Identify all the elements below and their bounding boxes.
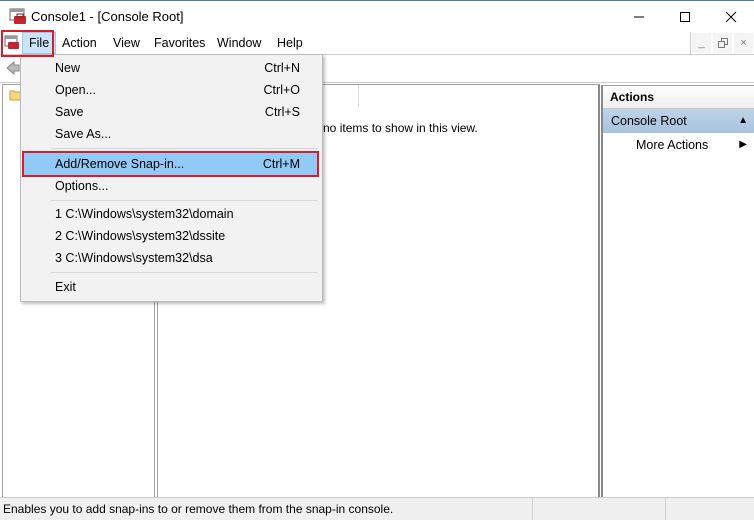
empty-view-message: e no items to show in this view.: [313, 121, 478, 135]
menu-item-label: Exit: [55, 280, 76, 294]
menu-help[interactable]: Help: [271, 32, 309, 54]
menu-item-recent-3[interactable]: 3 C:\Windows\system32\dsa: [23, 247, 319, 269]
title-bar: Console1 - [Console Root]: [0, 1, 754, 32]
menu-item-label: Options...: [55, 179, 109, 193]
menu-item-label: 1 C:\Windows\system32\domain: [55, 207, 234, 221]
status-text: Enables you to add snap-ins to or remove…: [3, 502, 394, 516]
back-arrow-icon[interactable]: [6, 61, 20, 75]
snap-in-highlight-box: [22, 151, 319, 177]
more-actions-label: More Actions: [636, 138, 709, 152]
menu-item-shortcut: Ctrl+O: [263, 83, 300, 97]
submenu-arrow-icon: ▶: [739, 139, 747, 150]
close-icon: [725, 11, 737, 22]
minimize-button[interactable]: [616, 1, 662, 32]
menu-item-options[interactable]: Options...: [23, 175, 319, 197]
menu-item-label: Open...: [55, 83, 96, 97]
mdi-minimize-icon: _: [698, 37, 705, 49]
maximize-icon: [680, 11, 690, 22]
minimize-icon: [634, 16, 644, 17]
menu-window[interactable]: Window: [211, 32, 267, 54]
mdi-close-icon: ×: [740, 37, 747, 49]
actions-section-console-root[interactable]: Console Root ▲: [603, 109, 754, 133]
menu-item-shortcut: Ctrl+S: [264, 105, 300, 119]
menu-item-new[interactable]: New Ctrl+N: [23, 57, 319, 79]
mmc-console-icon: [9, 8, 26, 24]
menu-bar: File Action View Favorites Window Help: [0, 32, 754, 55]
window-title: Console1 - [Console Root]: [31, 9, 184, 24]
maximize-button[interactable]: [662, 1, 708, 32]
mdi-close-button[interactable]: ×: [734, 33, 753, 53]
menu-separator: [51, 272, 317, 273]
status-bar: Enables you to add snap-ins to or remove…: [0, 497, 754, 520]
menu-item-recent-1[interactable]: 1 C:\Windows\system32\domain: [23, 203, 319, 225]
status-divider: [532, 498, 533, 520]
actions-header: Actions: [603, 86, 754, 109]
menu-item-recent-2[interactable]: 2 C:\Windows\system32\dssite: [23, 225, 319, 247]
mdi-minimize-button[interactable]: _: [692, 33, 711, 53]
file-menu-dropdown: New Ctrl+N Open... Ctrl+O Save Ctrl+S Sa…: [20, 54, 323, 302]
menu-item-open[interactable]: Open... Ctrl+O: [23, 79, 319, 101]
mdi-restore-button[interactable]: [713, 33, 732, 53]
actions-section-label: Console Root: [611, 114, 687, 128]
menu-item-label: 3 C:\Windows\system32\dsa: [55, 251, 213, 265]
menu-separator: [51, 148, 317, 149]
menu-view[interactable]: View: [107, 32, 146, 54]
menu-favorites[interactable]: Favorites: [148, 32, 211, 54]
menu-item-shortcut: Ctrl+N: [264, 61, 300, 75]
menu-item-exit[interactable]: Exit: [23, 276, 319, 298]
menu-separator: [51, 200, 317, 201]
mmc-window: Console1 - [Console Root] File Action Vi…: [0, 0, 754, 520]
menu-item-label: Save: [55, 105, 84, 119]
file-menu-highlight-box: [1, 30, 54, 57]
status-divider: [665, 498, 666, 520]
restore-icon: [717, 38, 728, 48]
menu-item-label: Save As...: [55, 127, 112, 141]
collapse-up-icon[interactable]: ▲: [738, 109, 748, 133]
mdi-controls: _ ×: [690, 32, 754, 54]
menu-action[interactable]: Action: [56, 32, 103, 54]
actions-pane: Actions Console Root ▲ More Actions ▶: [601, 85, 754, 498]
menu-item-save-as[interactable]: Save As...: [23, 123, 319, 145]
action-more-actions[interactable]: More Actions ▶: [603, 133, 754, 157]
menu-item-save[interactable]: Save Ctrl+S: [23, 101, 319, 123]
menu-item-label: 2 C:\Windows\system32\dssite: [55, 229, 226, 243]
close-button[interactable]: [708, 1, 754, 32]
menu-item-label: New: [55, 61, 81, 75]
